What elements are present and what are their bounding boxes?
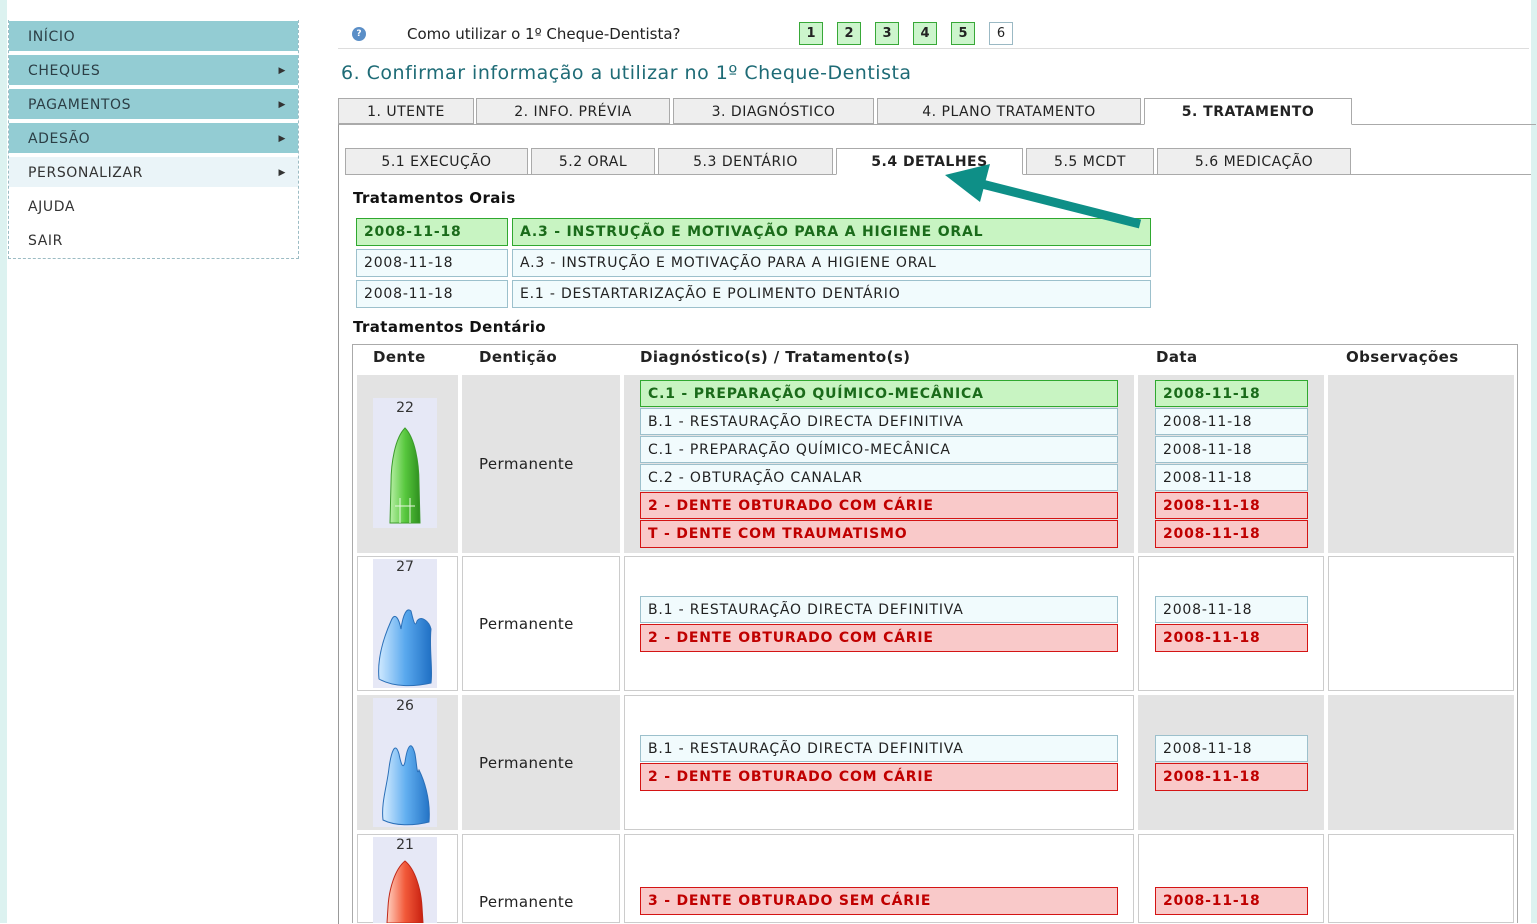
subtab-detalhes[interactable]: 5.4 DETALHES	[836, 148, 1023, 175]
oral-treatment-cell: E.1 - DESTARTARIZAÇÃO E POLIMENTO DENTÁR…	[512, 280, 1151, 308]
subtab-dentario[interactable]: 5.3 DENTÁRIO	[658, 148, 833, 175]
sidebar-item-cheques[interactable]: CHEQUES ▶	[9, 54, 298, 85]
col-header-observacoes: Observações	[1346, 348, 1459, 366]
sidebar-item-adesao[interactable]: ADESÃO ▶	[9, 122, 298, 153]
molar-tooth-icon	[382, 745, 430, 826]
sidebar-item-label: AJUDA	[28, 199, 76, 215]
table-cell	[1328, 375, 1514, 553]
oral-date-cell: 2008-11-18	[356, 249, 508, 277]
subtab-medicacao[interactable]: 5.6 MEDICAÇÃO	[1157, 148, 1351, 175]
diagnosis-item: B.1 - RESTAURAÇÃO DIRECTA DEFINITIVA	[640, 735, 1118, 762]
col-header-diagnostico: Diagnóstico(s) / Tratamento(s)	[640, 348, 911, 366]
oral-treatment-cell: A.3 - INSTRUÇÃO E MOTIVAÇÃO PARA A HIGIE…	[512, 218, 1151, 246]
step-1[interactable]: 1	[799, 22, 823, 45]
step-2[interactable]: 2	[837, 22, 861, 45]
sidebar-item-inicio[interactable]: INÍCIO	[9, 20, 298, 51]
date-item: 2008-11-18	[1155, 380, 1308, 407]
denticao-value: Permanente	[479, 455, 574, 473]
sidebar-item-label: INÍCIO	[28, 29, 76, 45]
help-question: Como utilizar o 1º Cheque-Dentista?	[407, 25, 681, 43]
date-item: 2008-11-18	[1155, 492, 1308, 519]
date-item: 2008-11-18	[1155, 436, 1308, 463]
help-bar: ? Como utilizar o 1º Cheque-Dentista? 1 …	[338, 20, 1529, 49]
help-icon[interactable]: ?	[352, 27, 366, 41]
date-item: 2008-11-18	[1155, 735, 1308, 762]
oral-date-cell: 2008-11-18	[356, 218, 508, 246]
diagnosis-item: C.2 - OBTURAÇÃO CANALAR	[640, 464, 1118, 491]
oral-date-cell: 2008-11-18	[356, 280, 508, 308]
subtab-mcdt[interactable]: 5.5 MCDT	[1026, 148, 1154, 175]
page-title: 6. Confirmar informação a utilizar no 1º…	[341, 62, 912, 84]
tab-diagnostico[interactable]: 3. DIAGNÓSTICO	[673, 98, 874, 124]
col-header-dente: Dente	[373, 348, 426, 366]
date-item: 2008-11-18	[1155, 763, 1308, 791]
date-item: 2008-11-18	[1155, 887, 1308, 915]
table-cell	[1328, 556, 1514, 691]
tab-info-previa[interactable]: 2. INFO. PRÉVIA	[476, 98, 670, 124]
left-border	[0, 0, 7, 923]
dental-title: Tratamentos Dentário	[353, 318, 546, 336]
date-item: 2008-11-18	[1155, 624, 1308, 652]
step-3[interactable]: 3	[875, 22, 899, 45]
denticao-value: Permanente	[479, 615, 574, 633]
oral-title: Tratamentos Orais	[353, 189, 516, 207]
diagnosis-item: 2 - DENTE OBTURADO COM CÁRIE	[640, 492, 1118, 519]
diagnosis-item: C.1 - PREPARAÇÃO QUÍMICO-MECÂNICA	[640, 436, 1118, 463]
step-6: 6	[989, 22, 1013, 45]
diagnosis-item: 2 - DENTE OBTURADO COM CÁRIE	[640, 763, 1118, 791]
table-cell	[1328, 695, 1514, 830]
date-item: 2008-11-18	[1155, 464, 1308, 491]
sidebar-item-pagamentos[interactable]: PAGAMENTOS ▶	[9, 88, 298, 119]
chevron-right-icon: ▶	[278, 168, 286, 178]
tab-tratamento[interactable]: 5. TRATAMENTO	[1144, 98, 1352, 125]
chevron-right-icon: ▶	[278, 66, 286, 76]
col-header-denticao: Dentição	[479, 348, 558, 366]
sidebar-item-label: PAGAMENTOS	[28, 97, 132, 113]
diagnosis-item: B.1 - RESTAURAÇÃO DIRECTA DEFINITIVA	[640, 408, 1118, 435]
sidebar-item-label: SAIR	[28, 233, 63, 249]
step-5[interactable]: 5	[951, 22, 975, 45]
diagnosis-item: T - DENTE COM TRAUMATISMO	[640, 520, 1118, 548]
incisor-tooth-icon	[386, 860, 424, 923]
date-item: 2008-11-18	[1155, 408, 1308, 435]
oral-treatment-cell: A.3 - INSTRUÇÃO E MOTIVAÇÃO PARA A HIGIE…	[512, 249, 1151, 277]
sidebar-item-sair[interactable]: SAIR	[9, 224, 298, 255]
tab-plano-tratamento[interactable]: 4. PLANO TRATAMENTO	[877, 98, 1141, 124]
subtab-oral[interactable]: 5.2 ORAL	[531, 148, 655, 175]
diagnosis-item: B.1 - RESTAURAÇÃO DIRECTA DEFINITIVA	[640, 596, 1118, 623]
tooth-image: 26	[373, 698, 437, 827]
date-item: 2008-11-18	[1155, 520, 1308, 548]
diagnosis-item: 2 - DENTE OBTURADO COM CÁRIE	[640, 624, 1118, 652]
date-item: 2008-11-18	[1155, 596, 1308, 623]
sidebar-item-label: ADESÃO	[28, 131, 91, 147]
incisor-tooth-icon	[389, 427, 421, 524]
tooth-image: 27	[373, 559, 437, 688]
tooth-image: 21	[373, 837, 437, 923]
denticao-value: Permanente	[479, 754, 574, 772]
sidebar-item-personalizar[interactable]: PERSONALIZAR ▶	[9, 156, 298, 187]
sidebar-menu: INÍCIO CHEQUES ▶ PAGAMENTOS ▶ ADESÃO ▶ PERS…	[8, 20, 299, 259]
step-4[interactable]: 4	[913, 22, 937, 45]
molar-tooth-icon	[378, 609, 433, 687]
col-header-data: Data	[1156, 348, 1198, 366]
sidebar-item-label: PERSONALIZAR	[28, 165, 143, 181]
subtab-execucao[interactable]: 5.1 EXECUÇÃO	[345, 148, 528, 175]
chevron-right-icon: ▶	[278, 134, 286, 144]
sidebar-item-label: CHEQUES	[28, 63, 101, 79]
table-cell	[1328, 834, 1514, 923]
diagnosis-item: C.1 - PREPARAÇÃO QUÍMICO-MECÂNICA	[640, 380, 1118, 407]
tab-utente[interactable]: 1. UTENTE	[338, 98, 474, 124]
diagnosis-item: 3 - DENTE OBTURADO SEM CÁRIE	[640, 887, 1118, 915]
tooth-image: 22	[373, 398, 437, 528]
denticao-value: Permanente	[479, 893, 574, 911]
sidebar-item-ajuda[interactable]: AJUDA	[9, 190, 298, 221]
chevron-right-icon: ▶	[278, 100, 286, 110]
